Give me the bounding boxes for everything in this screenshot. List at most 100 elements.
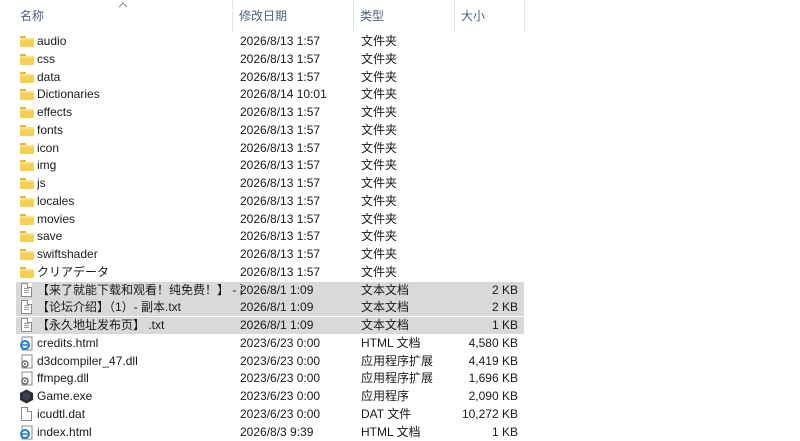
file-name: d3dcompiler_47.dll — [37, 353, 138, 368]
file-name: ffmpeg.dll — [37, 371, 89, 386]
file-type: 文件夹 — [361, 193, 398, 208]
file-name: data — [37, 69, 61, 84]
file-row[interactable]: icon 2026/8/13 1:57 文件夹 — [16, 140, 524, 157]
file-row[interactable]: effects 2026/8/13 1:57 文件夹 — [16, 104, 524, 121]
html-document-icon — [20, 336, 33, 351]
file-size — [456, 33, 518, 50]
file-size: 1 KB — [491, 318, 518, 332]
file-name: Dictionaries — [37, 87, 100, 102]
file-type: 文件夹 — [361, 105, 398, 119]
file-date: 2026/8/13 1:57 — [240, 122, 321, 137]
application-icon — [20, 389, 33, 404]
folder-icon — [20, 71, 34, 83]
column-header-type-label: 类型 — [360, 9, 385, 23]
file-size — [456, 69, 518, 86]
folder-icon — [20, 36, 34, 47]
file-date: 2026/8/13 1:57 — [240, 176, 321, 190]
file-row[interactable]: save 2026/8/13 1:57 文件夹 — [16, 228, 524, 245]
folder-icon — [20, 53, 34, 65]
file-date: 2026/8/13 1:57 — [240, 264, 321, 279]
file-name: credits.html — [37, 335, 99, 350]
file-row[interactable]: js 2026/8/13 1:57 文件夹 — [16, 175, 524, 192]
file-size — [456, 193, 518, 210]
file-row[interactable]: Game.exe 2023/6/23 0:00 应用程序 2,090 KB — [16, 388, 524, 405]
file-date: 2026/8/13 1:57 — [240, 211, 321, 226]
file-name: movies — [37, 211, 76, 226]
file-row[interactable]: audio 2026/8/13 1:57 文件夹 — [16, 33, 524, 50]
file-name: fonts — [37, 122, 64, 137]
column-header-type[interactable]: 类型 — [354, 0, 455, 32]
file-size: 2 KB — [491, 300, 518, 315]
file-type: 文件夹 — [361, 229, 398, 244]
column-header-bar: 名称 修改日期 类型 大小 — [0, 0, 800, 32]
file-name: index.html — [37, 424, 92, 439]
file-date: 2026/8/14 10:01 — [240, 87, 327, 102]
file-row[interactable]: data 2026/8/13 1:57 文件夹 — [16, 69, 524, 86]
file-type: 应用程序扩展 — [361, 371, 434, 386]
folder-icon — [20, 124, 34, 136]
file-type: 文件夹 — [361, 264, 398, 279]
file-type: 文件夹 — [361, 122, 398, 137]
file-row[interactable]: swiftshader 2026/8/13 1:57 文件夹 — [16, 246, 524, 263]
file-date: 2026/8/1 1:09 — [240, 318, 314, 332]
file-date: 2023/6/23 0:00 — [240, 389, 321, 403]
column-header-date[interactable]: 修改日期 — [233, 0, 354, 32]
file-date: 2026/8/13 1:57 — [240, 105, 321, 119]
file-date: 2026/8/1 1:09 — [240, 300, 314, 315]
file-type: 文件夹 — [361, 176, 398, 190]
file-row[interactable]: movies 2026/8/13 1:57 文件夹 — [16, 211, 524, 228]
file-row[interactable]: img 2026/8/13 1:57 文件夹 — [16, 157, 524, 174]
column-header-name-label: 名称 — [20, 9, 45, 23]
file-row[interactable]: d3dcompiler_47.dll 2023/6/23 0:00 应用程序扩展 4,… — [16, 353, 524, 370]
file-date: 2026/8/13 1:57 — [240, 69, 321, 84]
file-name: img — [37, 158, 57, 173]
folder-icon — [20, 231, 34, 243]
file-date: 2026/8/13 1:57 — [240, 51, 321, 66]
folder-icon — [20, 142, 34, 154]
file-size — [456, 104, 518, 121]
file-name: locales — [37, 193, 75, 208]
file-row[interactable]: locales 2026/8/13 1:57 文件夹 — [16, 193, 524, 210]
file-type: 文件夹 — [361, 69, 398, 84]
column-header-size-label: 大小 — [461, 9, 486, 23]
file-date: 2026/8/1 1:09 — [240, 282, 314, 297]
dll-gear-icon — [21, 371, 33, 386]
file-row[interactable]: 【来了就能下载和观看！纯免费！】 - 副... 2026/8/1 1:09 文本文档… — [16, 281, 524, 299]
file-row[interactable]: クリアデータ 2026/8/13 1:57 文件夹 — [16, 264, 524, 281]
file-row[interactable]: index.html 2026/8/3 9:39 HTML 文档 1 KB — [16, 424, 524, 441]
file-date: 2023/6/23 0:00 — [240, 406, 321, 421]
file-date: 2023/6/23 0:00 — [240, 335, 321, 350]
file-type: DAT 文件 — [361, 406, 412, 421]
file-size: 2 KB — [491, 282, 518, 297]
file-name: Game.exe — [37, 389, 93, 403]
folder-icon — [20, 266, 34, 278]
file-date: 2023/6/23 0:00 — [240, 353, 321, 368]
file-type: 文件夹 — [361, 158, 398, 173]
file-row[interactable]: 【永久地址发布页】 .txt 2026/8/1 1:09 文本文档 1 KB — [16, 317, 524, 334]
file-row[interactable]: css 2026/8/13 1:57 文件夹 — [16, 51, 524, 68]
file-row[interactable]: 【论坛介绍】（1）- 副本.txt 2026/8/1 1:09 文本文档 2 KB — [16, 299, 524, 317]
file-name: icon — [37, 140, 60, 155]
file-name: 【论坛介绍】（1）- 副本.txt — [37, 300, 182, 315]
folder-icon — [20, 249, 34, 260]
file-size — [456, 228, 518, 245]
folder-icon — [20, 213, 34, 225]
text-document-icon — [21, 300, 32, 315]
sort-ascending-icon — [118, 2, 128, 8]
file-type: 文件夹 — [361, 247, 398, 261]
file-size: 10,272 KB — [461, 406, 518, 421]
file-date: 2026/8/3 9:39 — [240, 424, 314, 439]
file-name: 【来了就能下载和观看！纯免费！】 - 副... — [37, 282, 242, 297]
file-date: 2026/8/13 1:57 — [240, 158, 321, 173]
file-row[interactable]: Dictionaries 2026/8/14 10:01 文件夹 — [16, 86, 524, 103]
dll-gear-icon — [21, 354, 33, 368]
file-size — [456, 211, 518, 228]
folder-icon — [20, 107, 34, 118]
file-size: 2,090 KB — [468, 389, 518, 403]
file-row[interactable]: ffmpeg.dll 2023/6/23 0:00 应用程序扩展 1,696 KB — [16, 370, 524, 387]
file-row[interactable]: credits.html 2023/6/23 0:00 HTML 文档 4,580 K… — [16, 335, 524, 352]
file-row[interactable]: icudtl.dat 2023/6/23 0:00 DAT 文件 10,272 KB — [16, 406, 524, 423]
file-size: 4,580 KB — [468, 335, 518, 350]
file-row[interactable]: fonts 2026/8/13 1:57 文件夹 — [16, 122, 524, 139]
column-header-size[interactable]: 大小 — [455, 0, 525, 32]
